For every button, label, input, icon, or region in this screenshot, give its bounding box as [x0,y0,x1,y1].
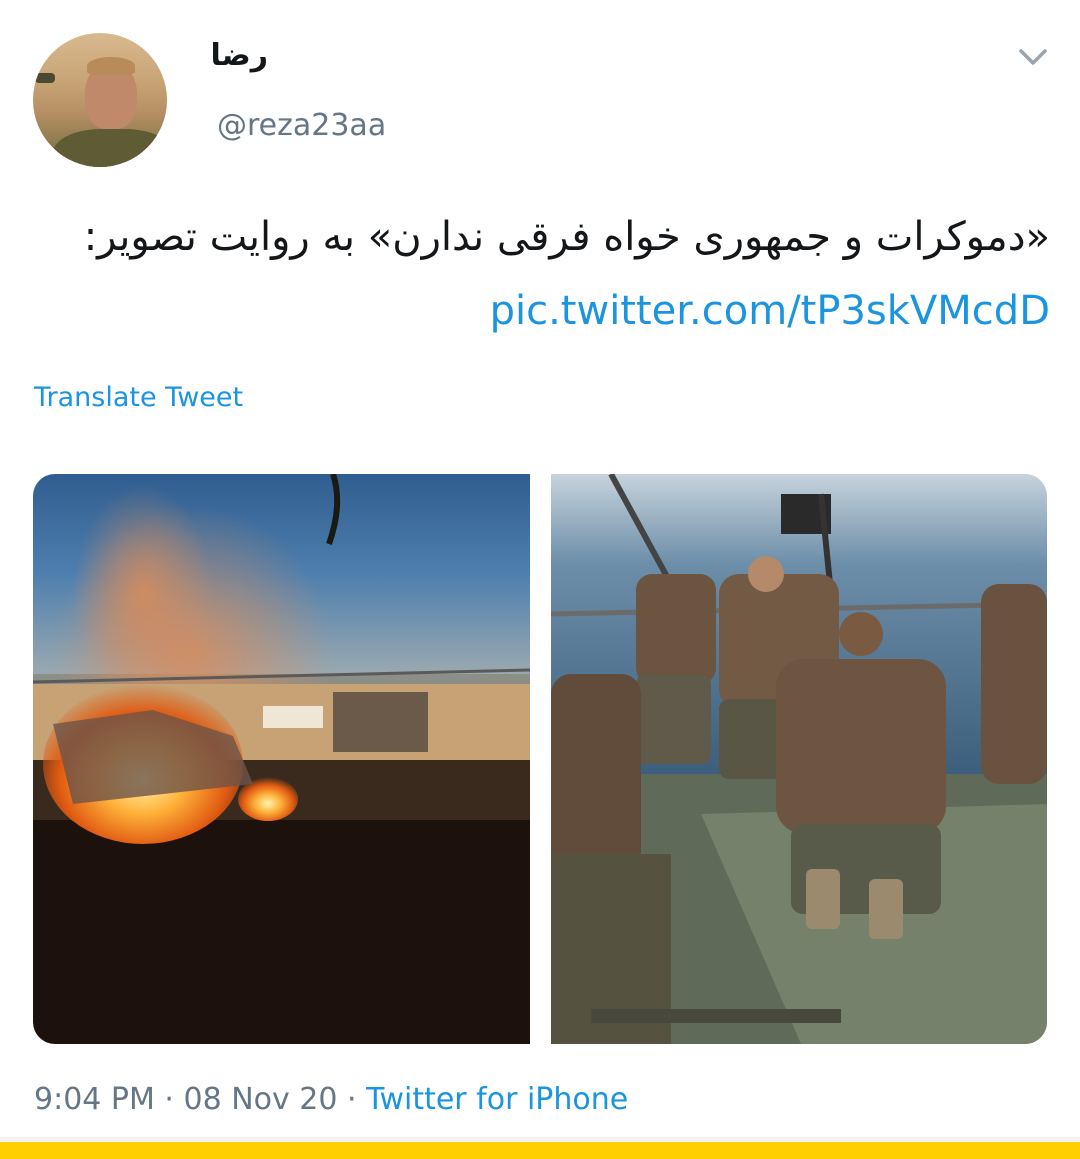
media-grid [33,474,1047,1044]
photo-boat-scene[interactable] [551,474,1047,1044]
display-name[interactable]: رضا [210,38,268,73]
tweet-time[interactable]: 9:04 PM [34,1082,155,1117]
bottom-accent-bar [0,1142,1080,1159]
avatar-shirt [53,129,167,167]
avatar[interactable] [33,33,167,167]
media-gap [530,474,551,1044]
user-handle[interactable]: @reza23aa [217,108,386,143]
avatar-background [35,73,55,83]
tweet-body: «دموکرات و جمهوری خواه فرقی ندارن» به رو… [83,214,1050,260]
tweet-source-link[interactable]: Twitter for iPhone [366,1082,628,1117]
tweet-header: رضا @reza23aa [0,0,1080,180]
translate-tweet-button[interactable]: Translate Tweet [34,382,243,413]
photo-fire-scene[interactable] [33,474,530,1044]
chevron-down-icon[interactable] [1016,44,1050,70]
avatar-hair [87,57,135,75]
meta-separator: · [337,1082,367,1117]
meta-separator: · [154,1082,184,1117]
tweet-timestamp: 9:04 PM · 08 Nov 20 · Twitter for iPhone [34,1082,628,1117]
tweet-media-link[interactable]: pic.twitter.com/tP3skVMcdD [490,288,1050,334]
tweet-text: «دموکرات و جمهوری خواه فرقی ندارن» به رو… [60,200,1050,348]
tweet-date[interactable]: 08 Nov 20 [184,1082,338,1117]
